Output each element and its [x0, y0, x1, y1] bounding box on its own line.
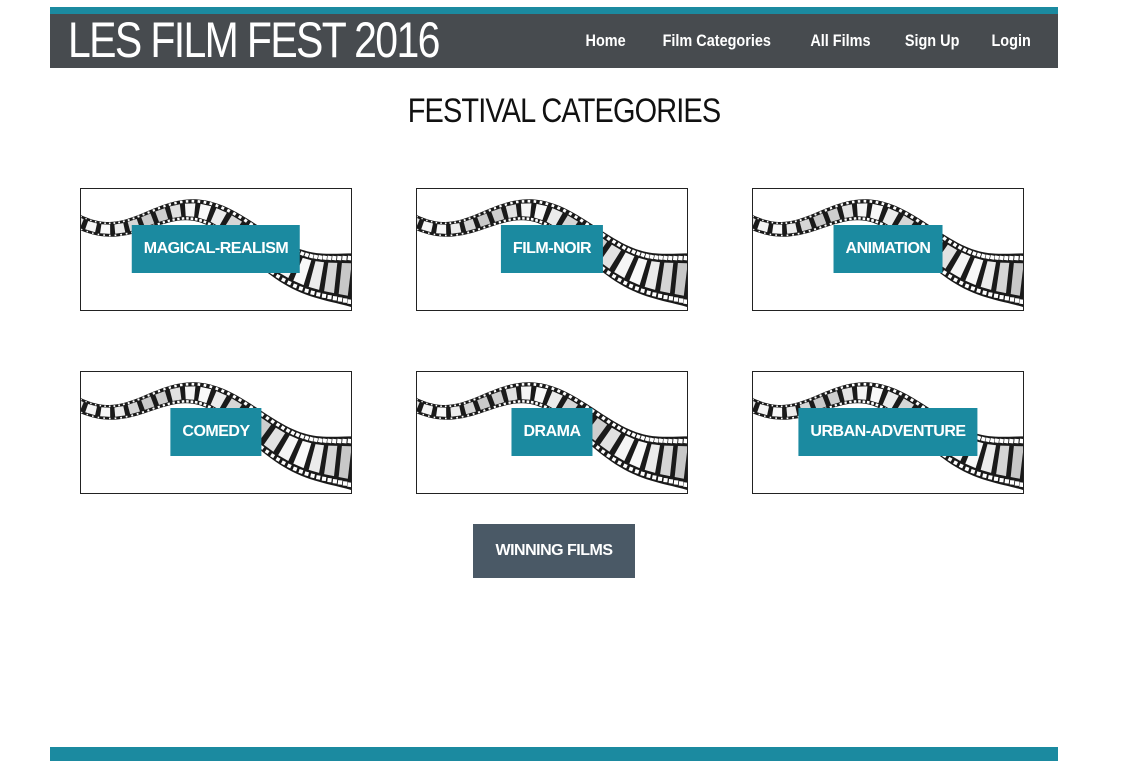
- category-card-magical-realism[interactable]: MAGICAL-REALISM: [80, 188, 352, 311]
- category-label[interactable]: FILM-NOIR: [500, 225, 604, 273]
- category-label[interactable]: URBAN-ADVENTURE: [798, 408, 978, 456]
- nav-all-films[interactable]: All Films: [810, 31, 870, 51]
- category-label[interactable]: COMEDY: [170, 408, 262, 456]
- site-header: LES FILM FEST 2016 Home Film Categories …: [50, 7, 1058, 68]
- category-card-animation[interactable]: ANIMATION: [752, 188, 1024, 311]
- page: LES FILM FEST 2016 Home Film Categories …: [0, 0, 1128, 761]
- category-label[interactable]: ANIMATION: [833, 225, 943, 273]
- nav-login[interactable]: Login: [991, 31, 1030, 51]
- nav-sign-up[interactable]: Sign Up: [904, 31, 959, 51]
- site-footer: [50, 747, 1058, 761]
- category-label[interactable]: DRAMA: [511, 408, 593, 456]
- category-card-comedy[interactable]: COMEDY: [80, 371, 352, 494]
- category-card-urban-adventure[interactable]: URBAN-ADVENTURE: [752, 371, 1024, 494]
- main-nav: Home Film Categories All Films Sign Up L…: [582, 14, 1058, 68]
- site-title[interactable]: LES FILM FEST 2016: [68, 10, 440, 70]
- nav-home[interactable]: Home: [585, 31, 625, 51]
- category-card-film-noir[interactable]: FILM-NOIR: [416, 188, 688, 311]
- winning-films-button[interactable]: WINNING FILMS: [473, 524, 635, 578]
- nav-film-categories[interactable]: Film Categories: [663, 31, 771, 51]
- page-title: FESTIVAL CATEGORIES: [407, 92, 721, 130]
- category-label[interactable]: MAGICAL-REALISM: [131, 225, 301, 273]
- category-card-drama[interactable]: DRAMA: [416, 371, 688, 494]
